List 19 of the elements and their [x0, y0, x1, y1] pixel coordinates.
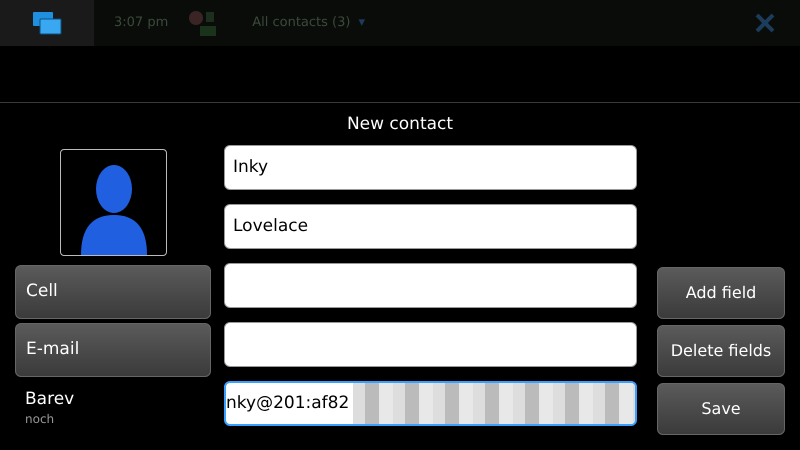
- person-icon: [78, 163, 148, 255]
- detail-button[interactable]: E-mail: [15, 323, 211, 377]
- account-name: Barev: [25, 389, 76, 409]
- input-field[interactable]: Lovelace: [224, 204, 637, 249]
- clock-text: 3:07 pm: [114, 14, 168, 32]
- input-field[interactable]: nky@201:af82: [224, 381, 637, 426]
- windows-icon: [32, 11, 62, 35]
- avatar-frame[interactable]: [60, 149, 167, 256]
- input-field[interactable]: Inky: [224, 145, 637, 190]
- action-button[interactable]: Delete fields: [657, 325, 785, 377]
- detail-button[interactable]: Cell: [15, 265, 211, 319]
- dialog-title: New contact: [346, 113, 454, 135]
- input-field[interactable]: [224, 263, 637, 308]
- input-field[interactable]: [224, 322, 637, 367]
- close-icon[interactable]: [754, 12, 776, 34]
- action-button[interactable]: Save: [657, 383, 785, 435]
- account-status: noch: [25, 411, 56, 427]
- action-button[interactable]: Add field: [657, 267, 785, 319]
- task-switcher-button[interactable]: [0, 0, 94, 46]
